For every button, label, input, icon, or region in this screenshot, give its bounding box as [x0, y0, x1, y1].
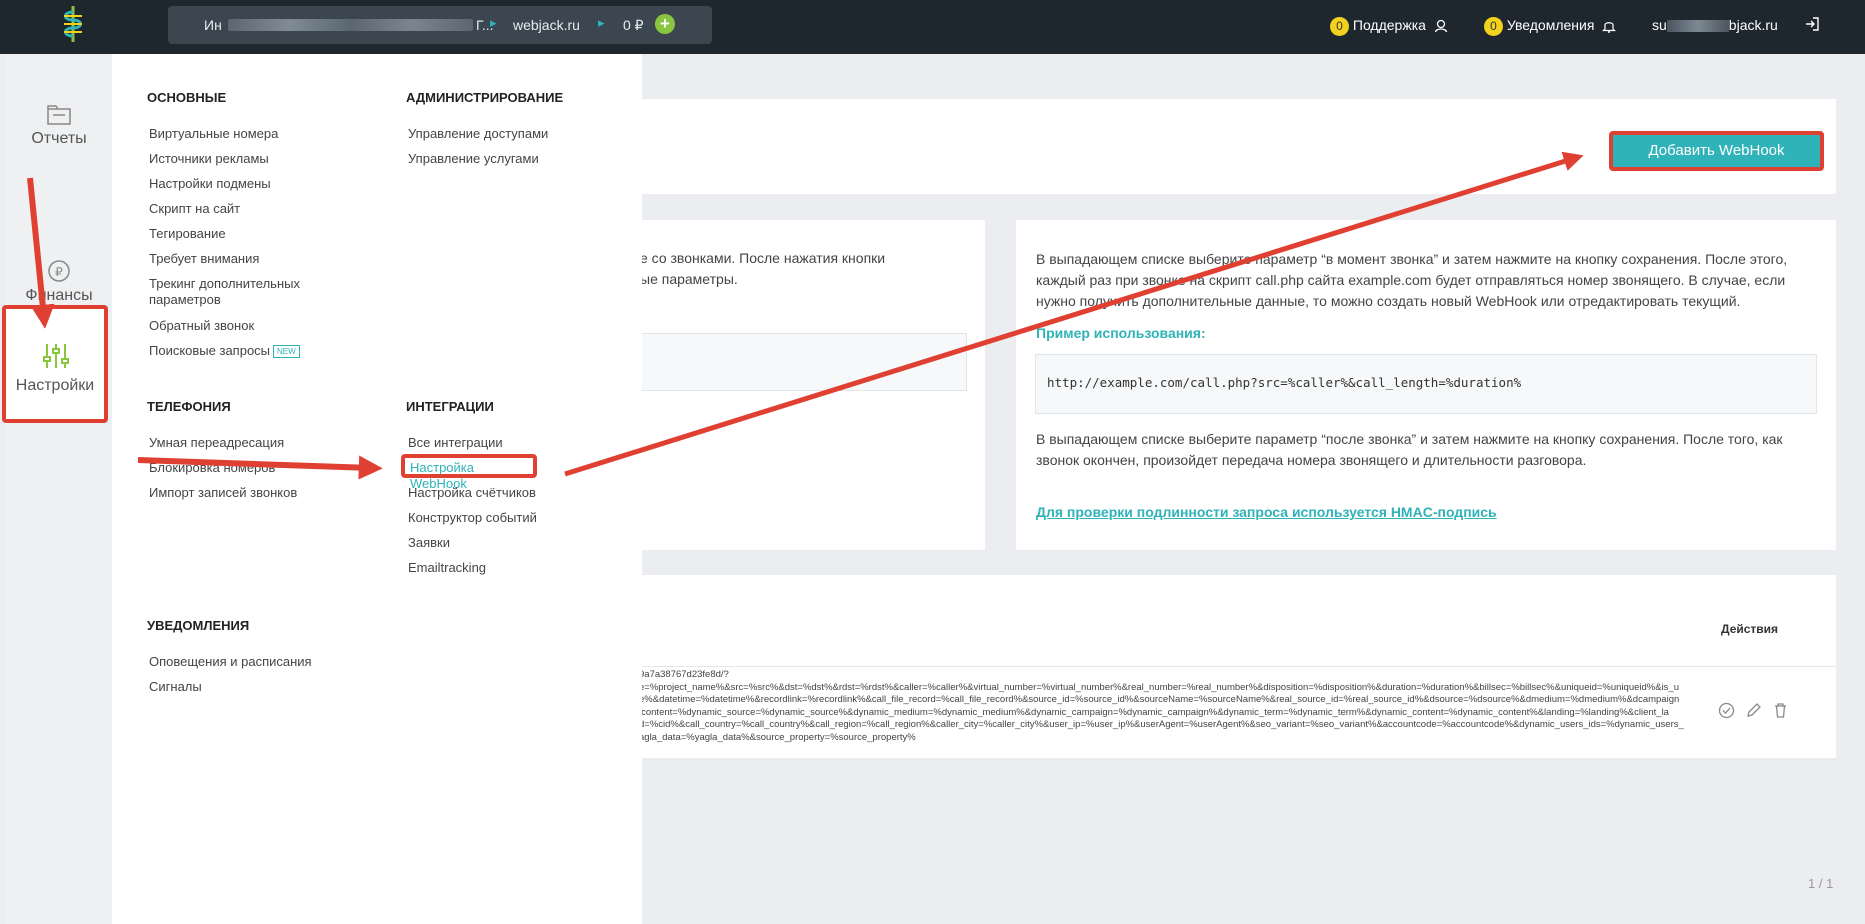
menu-item-counters-settings[interactable]: Настройка счётчиков	[408, 485, 536, 501]
settings-menu: ОСНОВНЫЕ Виртуальные номера Источники ре…	[112, 54, 642, 924]
logout-icon[interactable]	[1804, 16, 1820, 32]
menu-item-tagging[interactable]: Тегирование	[149, 226, 226, 242]
menu-heading-notifications: УВЕДОМЛЕНИЯ	[147, 618, 250, 633]
support-count-badge: 0	[1330, 16, 1349, 36]
url-line: d=%cid%&call_country=%call_country%&call…	[639, 719, 1684, 730]
menu-item-callback[interactable]: Обратный звонок	[149, 318, 254, 334]
pagination: 1 / 1	[1808, 876, 1834, 891]
url-line: e=%project_name%&src=%src%&dst=%dst%&rds…	[639, 681, 1680, 693]
menu-heading-integrations: ИНТЕГРАЦИИ	[406, 399, 494, 414]
instructions-paragraph-1: В выпадающем списке выберите параметр “в…	[1036, 251, 1788, 309]
add-webhook-button[interactable]: Добавить WebHook	[1609, 131, 1824, 171]
chevron-right-icon: ▸	[490, 15, 497, 30]
notifications-link[interactable]: 0 Уведомления	[1484, 13, 1617, 37]
menu-item-needs-attention[interactable]: Требует внимания	[149, 251, 259, 267]
chevron-right-icon: ▸	[598, 15, 605, 30]
trash-icon[interactable]	[1772, 702, 1789, 719]
menu-item-number-blocking[interactable]: Блокировка номеров	[149, 460, 275, 476]
check-circle-icon[interactable]	[1718, 702, 1735, 719]
sidebar-item-reports[interactable]: Отчеты	[6, 104, 112, 148]
menu-item-services-management[interactable]: Управление услугами	[408, 151, 539, 167]
instructions-text-line2: ые параметры.	[640, 271, 738, 287]
notifications-label: Уведомления	[1506, 17, 1595, 33]
example-code: http://example.com/call.php?src=%caller%…	[1047, 375, 1522, 390]
top-bar: Ин Г... ▸ webjack.ru ▸ 0 ₽ + 0 Поддержка…	[0, 0, 1865, 54]
menu-item-event-builder[interactable]: Конструктор событий	[408, 510, 537, 526]
add-balance-button[interactable]: +	[655, 14, 675, 34]
support-label: Поддержка	[1352, 17, 1426, 33]
example-title: Пример использования:	[1036, 325, 1206, 341]
menu-item-webhook-settings[interactable]: Настройка WebHook	[401, 454, 537, 491]
url-line: e%&datetime=%datetime%&recordlink=%recor…	[639, 694, 1680, 705]
user-email-prefix: su	[1652, 17, 1667, 33]
instructions-card-left: е со звонками. После нажатия кнопки ые п…	[640, 220, 985, 550]
menu-item-site-script[interactable]: Скрипт на сайт	[149, 201, 240, 217]
svg-text:₽: ₽	[55, 265, 63, 279]
table-row-webhook-url: 9a7a38767d23fe8d/? e=%project_name%&src=…	[639, 669, 1709, 744]
sidebar-label-finance: Финансы	[25, 287, 93, 304]
user-account[interactable]: su bjack.ru	[1652, 13, 1778, 37]
example-code-box: http://example.com/call.php?src=%caller%…	[1035, 354, 1817, 414]
sidebar-label-reports: Отчеты	[31, 130, 87, 147]
menu-item-signals[interactable]: Сигналы	[149, 679, 202, 695]
sidebar-label-settings: Настройки	[15, 377, 95, 394]
sidebar: Отчеты ₽ Финансы	[6, 54, 112, 924]
menu-item-all-integrations[interactable]: Все интеграции	[408, 435, 503, 451]
notifications-count-badge: 0	[1484, 16, 1503, 36]
project-selector[interactable]: Ин Г... ▸ webjack.ru ▸ 0 ₽ +	[168, 6, 712, 44]
new-badge: NEW	[273, 345, 300, 359]
site-name: webjack.ru	[513, 17, 580, 33]
sidebar-item-finance[interactable]: ₽ Финансы	[6, 259, 112, 305]
menu-heading-basic: ОСНОВНЫЕ	[147, 90, 227, 105]
support-icon	[1434, 20, 1447, 33]
user-email-suffix: bjack.ru	[1728, 17, 1778, 33]
menu-item-ad-sources[interactable]: Источники рекламы	[149, 151, 269, 167]
hmac-link[interactable]: Для проверки подлинности запроса использ…	[1036, 502, 1497, 523]
menu-item-search-queries-label: Поисковые запросы	[149, 343, 271, 358]
menu-item-requests[interactable]: Заявки	[408, 535, 450, 551]
menu-item-call-records-import[interactable]: Импорт записей звонков	[149, 485, 297, 501]
instructions-text-line1: е со звонками. После нажатия кнопки	[640, 250, 886, 266]
url-line: 9a7a38767d23fe8d/?	[639, 669, 729, 680]
sliders-icon	[43, 344, 69, 368]
edit-icon[interactable]	[1745, 702, 1762, 719]
menu-heading-telephony: ТЕЛЕФОНИЯ	[147, 399, 231, 414]
redacted-project-name	[228, 19, 473, 31]
sidebar-item-settings[interactable]: Настройки	[2, 305, 108, 423]
code-box-left	[640, 333, 967, 391]
url-line: agla_data=%yagla_data%&source_property=%…	[639, 731, 916, 743]
menu-item-emailtracking[interactable]: Emailtracking	[408, 560, 486, 576]
url-line: lcontent=%dynamic_source=%dynamic_source…	[639, 706, 1669, 718]
menu-item-extra-params-tracking[interactable]: Трекинг дополнительных параметров	[149, 276, 319, 308]
menu-heading-admin: АДМИНИСТРИРОВАНИЕ	[406, 90, 564, 105]
actions-column-header: Действия	[1721, 622, 1779, 636]
logo-icon[interactable]	[58, 4, 88, 44]
redacted-user-email	[1666, 20, 1729, 33]
table-divider	[640, 759, 1836, 760]
folder-icon	[47, 105, 71, 125]
balance: 0 ₽	[623, 17, 644, 33]
menu-item-smart-forwarding[interactable]: Умная переадресация	[149, 435, 284, 451]
menu-item-search-queries[interactable]: Поисковые запросы NEW	[149, 343, 300, 359]
table-divider	[640, 666, 1836, 667]
menu-item-virtual-numbers[interactable]: Виртуальные номера	[149, 126, 278, 142]
coin-icon: ₽	[48, 260, 70, 282]
instructions-paragraph-2: В выпадающем списке выберите параметр “п…	[1036, 431, 1783, 468]
menu-item-substitution-settings[interactable]: Настройки подмены	[149, 176, 271, 192]
bell-icon	[1602, 22, 1617, 34]
support-link[interactable]: 0 Поддержка	[1330, 13, 1448, 37]
menu-item-access-management[interactable]: Управление доступами	[408, 126, 548, 142]
menu-item-alerts-schedules[interactable]: Оповещения и расписания	[149, 654, 312, 670]
project-name: Ин	[204, 17, 222, 33]
